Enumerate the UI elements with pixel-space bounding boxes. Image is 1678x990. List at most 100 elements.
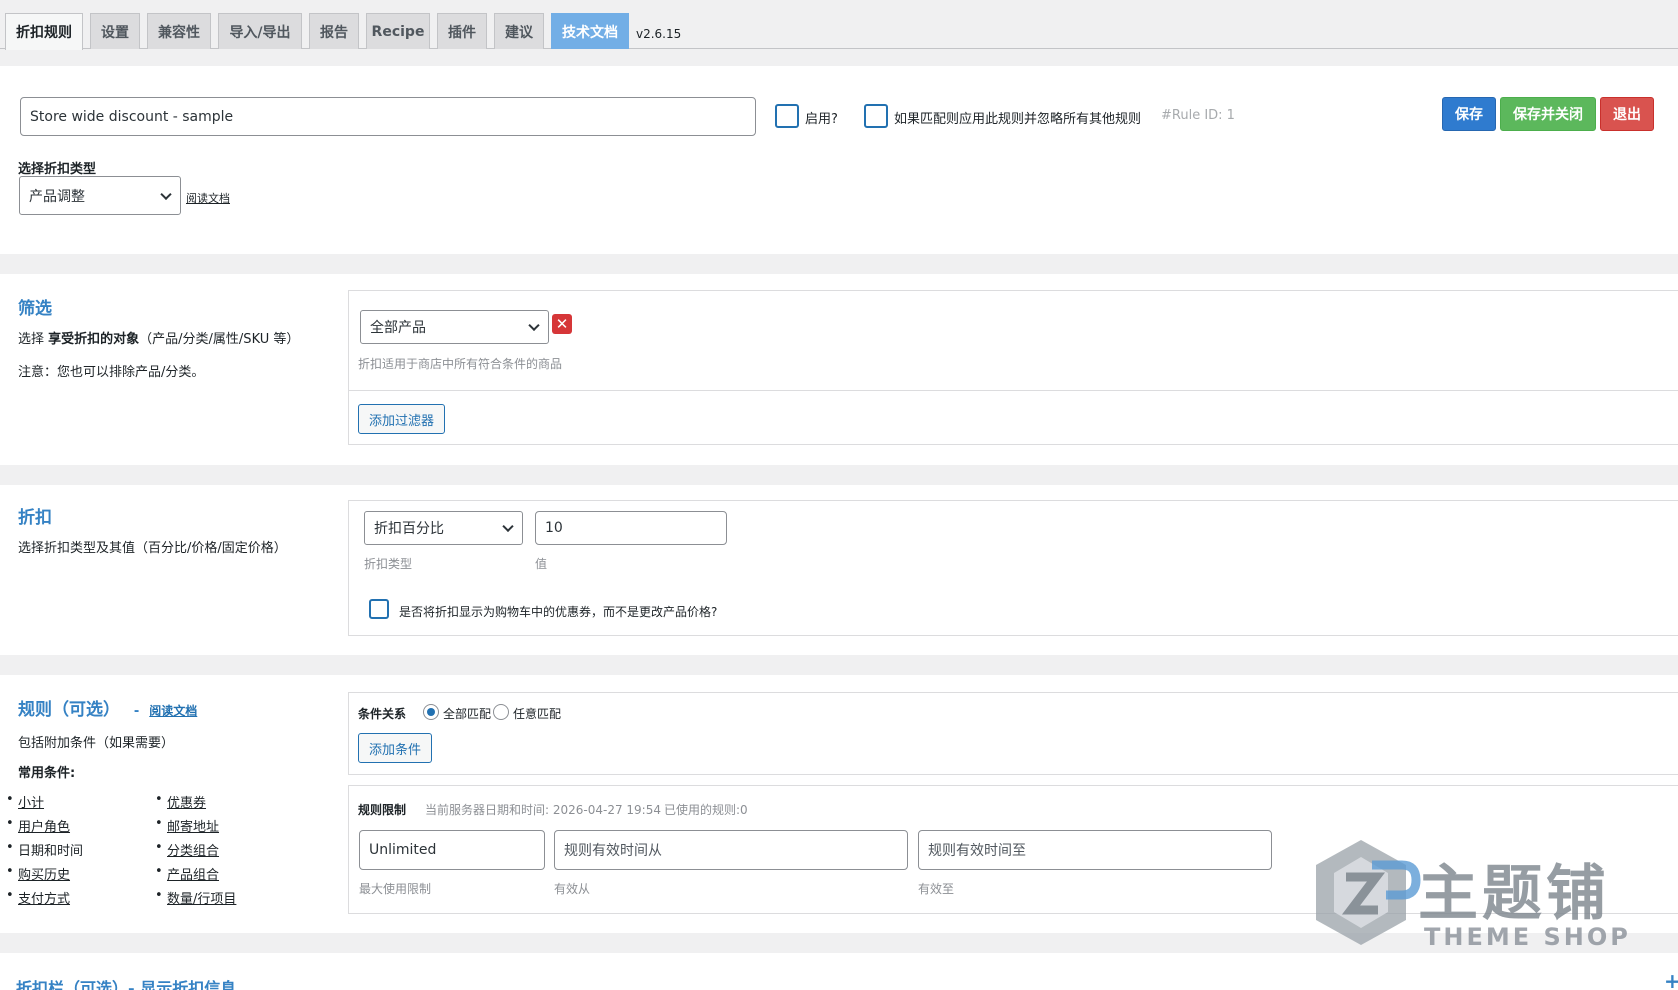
rule-header-panel: Store wide discount - sample 启用? 如果匹配则应用… — [0, 66, 1678, 254]
watermark-brand-en: THEME SHOP — [1424, 923, 1631, 951]
filter-hint: 折扣适用于商店中所有符合条件的商品 — [358, 357, 563, 371]
add-filter-button[interactable]: 添加过滤器 — [358, 404, 445, 434]
save-button[interactable]: 保存 — [1442, 97, 1496, 131]
match-any-label: 任意匹配 — [513, 707, 562, 721]
valid-to-input[interactable]: 规则有效时间至 — [918, 830, 1272, 870]
discount-value-label: 值 — [535, 557, 548, 571]
match-all-label: 全部匹配 — [443, 707, 492, 721]
condition-link-coupon[interactable]: 优惠券 — [155, 792, 207, 811]
condition-label: 支付方式 — [18, 892, 71, 907]
server-time: 当前服务器日期和时间: 2026-04-27 19:54 — [425, 803, 661, 817]
filter-type-value: 全部产品 — [370, 320, 426, 336]
divider — [349, 390, 1678, 391]
condition-link-payment-method[interactable]: 支付方式 — [6, 888, 71, 907]
discount-value-input[interactable]: 10 — [535, 511, 727, 545]
tab-label: 设置 — [101, 24, 129, 41]
relation-label: 条件关系 — [358, 707, 407, 721]
rule-id: #Rule ID: 1 — [1161, 108, 1235, 123]
tab-label: 报告 — [320, 24, 348, 41]
condition-label: 邮寄地址 — [167, 820, 220, 835]
match-all-radio[interactable] — [423, 704, 439, 720]
discount-description: 选择折扣类型及其值（百分比/价格/固定价格） — [18, 541, 287, 556]
tab-documentation[interactable]: 技术文档 — [551, 13, 629, 49]
tab-label: 导入/导出 — [229, 24, 291, 41]
discount-method-value: 折扣百分比 — [374, 521, 444, 537]
filter-title: 筛选 — [18, 299, 52, 319]
show-as-coupon-label: 是否将折扣显示为购物车中的优惠券，而不是更改产品价格? — [399, 605, 718, 619]
discount-type-value: 产品调整 — [29, 188, 85, 205]
tab-addons[interactable]: 插件 — [437, 13, 487, 49]
condition-label: 分类组合 — [167, 844, 220, 859]
exclusive-label: 如果匹配则应用此规则并忽略所有其他规则 — [894, 112, 1142, 127]
valid-from-label: 有效从 — [554, 882, 591, 896]
condition-link-date-time[interactable]: 日期和时间 — [6, 840, 84, 859]
rules-title-dash: - — [133, 704, 140, 719]
tab-import-export[interactable]: 导入/导出 — [218, 13, 302, 49]
chevron-down-icon — [502, 520, 514, 533]
rules-title-text: 规则（可选） — [18, 700, 120, 720]
read-docs-link[interactable]: 阅读文档 — [186, 190, 230, 206]
watermark-brand-cn: 主题铺 — [1418, 859, 1610, 929]
version-label: v2.6.15 — [636, 27, 682, 41]
tab-label: Recipe — [371, 23, 425, 40]
max-usage-input[interactable]: Unlimited — [359, 830, 545, 870]
discount-panel: 折扣 选择折扣类型及其值（百分比/价格/固定价格） 折扣百分比 10 折扣类型 … — [0, 485, 1678, 655]
tab-label: 技术文档 — [562, 24, 618, 41]
enable-checkbox[interactable] — [775, 104, 799, 128]
filter-type-select[interactable]: 全部产品 — [360, 310, 549, 344]
tab-suggestions[interactable]: 建议 — [494, 13, 544, 49]
tab-bar: 折扣规则 设置 兼容性 导入/导出 报告 Recipe 插件 建议 技术文档 v… — [0, 0, 1678, 50]
condition-link-quantity[interactable]: 数量/行项目 — [155, 888, 237, 907]
tab-label: 兼容性 — [158, 24, 200, 41]
common-conditions-heading: 常用条件: — [18, 766, 76, 781]
match-any-radio[interactable] — [493, 704, 509, 720]
max-usage-label: 最大使用限制 — [359, 882, 432, 896]
expand-plus-icon[interactable]: + — [1664, 969, 1678, 990]
discount-title: 折扣 — [18, 508, 52, 528]
tab-discount-rules[interactable]: 折扣规则 — [5, 13, 83, 50]
condition-label: 日期和时间 — [18, 844, 84, 859]
filter-panel: 筛选 选择 享受折扣的对象（产品/分类/属性/SKU 等） 注意：您也可以排除产… — [0, 274, 1678, 465]
discount-type-select[interactable]: 产品调整 — [19, 176, 181, 215]
condition-link-user-role[interactable]: 用户角色 — [6, 816, 71, 835]
tab-reports[interactable]: 报告 — [309, 13, 359, 49]
filter-desc-suffix: （产品/分类/属性/SKU 等） — [139, 332, 300, 347]
tab-label: 折扣规则 — [16, 25, 72, 41]
discount-type-heading: 选择折扣类型 — [18, 162, 97, 177]
discount-method-select[interactable]: 折扣百分比 — [364, 511, 523, 545]
filter-desc-bold: 享受折扣的对象 — [48, 332, 140, 347]
condition-link-shipping-address[interactable]: 邮寄地址 — [155, 816, 220, 835]
discount-bar-title: 折扣栏（可选）- 显示折扣信息 — [16, 979, 237, 990]
show-as-coupon-checkbox[interactable] — [369, 599, 389, 619]
discount-type-label: 折扣类型 — [364, 557, 413, 571]
condition-link-subtotal[interactable]: 小计 — [6, 792, 45, 811]
condition-link-product-combo[interactable]: 产品组合 — [155, 864, 220, 883]
exclusive-checkbox[interactable] — [864, 104, 888, 128]
tab-compatibility[interactable]: 兼容性 — [147, 13, 211, 49]
rule-title-input[interactable]: Store wide discount - sample — [20, 97, 756, 136]
add-condition-button[interactable]: 添加条件 — [358, 733, 432, 763]
condition-label: 购买历史 — [18, 868, 71, 883]
condition-label: 小计 — [18, 796, 45, 811]
rules-title: 规则（可选） - 阅读文档 — [18, 695, 197, 720]
condition-link-category-combo[interactable]: 分类组合 — [155, 840, 220, 859]
condition-label: 产品组合 — [167, 868, 220, 883]
condition-label: 数量/行项目 — [167, 892, 237, 907]
valid-from-input[interactable]: 规则有效时间从 — [554, 830, 908, 870]
tab-recipe[interactable]: Recipe — [366, 13, 430, 49]
used-count: 已使用的规则:0 — [664, 803, 748, 817]
filter-note: 注意：您也可以排除产品/分类。 — [18, 365, 205, 380]
filter-description: 选择 享受折扣的对象（产品/分类/属性/SKU 等） — [18, 328, 299, 347]
enable-label: 启用? — [805, 112, 838, 127]
chevron-down-icon — [528, 319, 540, 332]
tab-label: 建议 — [505, 24, 533, 41]
valid-to-label: 有效至 — [918, 882, 955, 896]
condition-label: 优惠券 — [167, 796, 207, 811]
condition-link-purchase-history[interactable]: 购买历史 — [6, 864, 71, 883]
save-and-close-button[interactable]: 保存并关闭 — [1500, 97, 1596, 131]
rules-read-docs-link[interactable]: 阅读文档 — [149, 704, 197, 718]
exit-button[interactable]: 退出 — [1600, 97, 1654, 131]
tab-settings[interactable]: 设置 — [90, 13, 140, 49]
remove-filter-icon[interactable]: ✕ — [552, 314, 572, 334]
condition-label: 用户角色 — [18, 820, 71, 835]
